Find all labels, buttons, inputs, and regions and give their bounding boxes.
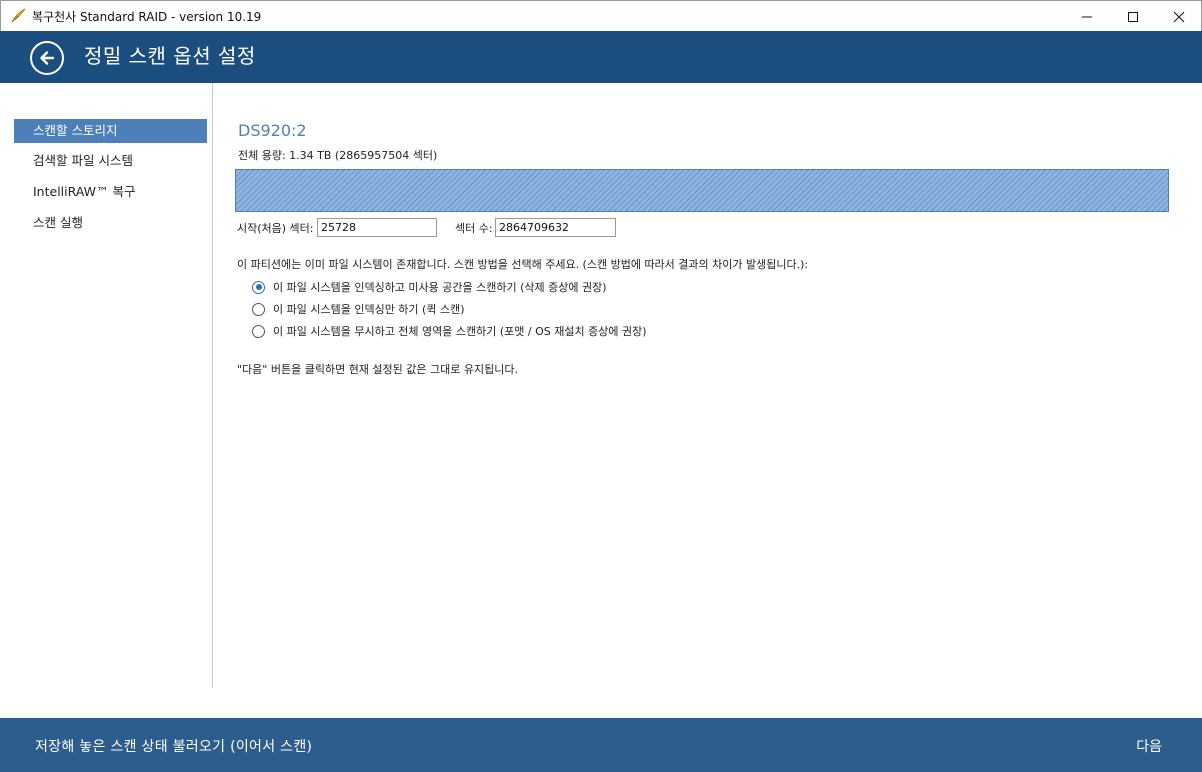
option-label: 이 파일 시스템을 인덱싱만 하기 (퀵 스캔) <box>273 303 465 316</box>
sidebar-item-storage[interactable]: 스캔할 스토리지 <box>14 119 207 143</box>
next-button[interactable]: 다음 <box>1136 736 1162 756</box>
window-title: 복구천사 Standard RAID - version 10.19 <box>32 10 262 24</box>
load-scan-state-button[interactable]: 저장해 놓은 스캔 상태 불러오기 (이어서 스캔) <box>35 736 312 756</box>
partition-range-bar[interactable] <box>235 169 1169 212</box>
sidebar: 스캔할 스토리지 검색할 파일 시스템 IntelliRAW™ 복구 스캔 실행 <box>0 83 213 688</box>
sector-count-label: 섹터 수: <box>455 222 493 235</box>
page-title: 정밀 스캔 옵션 설정 <box>84 44 256 68</box>
close-button[interactable] <box>1156 1 1202 32</box>
sidebar-item-filesystem[interactable]: 검색할 파일 시스템 <box>14 149 207 173</box>
drive-name: DS920:2 <box>238 121 307 140</box>
close-icon <box>1173 11 1185 22</box>
app-feather-icon <box>9 7 27 25</box>
radio-index-only[interactable] <box>252 302 265 316</box>
sidebar-item-run-scan[interactable]: 스캔 실행 <box>14 211 207 235</box>
radio-index-and-scan[interactable] <box>252 280 265 294</box>
main-panel: DS920:2 전체 용량: 1.34 TB (2865957504 섹터) 시… <box>214 83 1202 718</box>
option-label: 이 파일 시스템을 인덱싱하고 미사용 공간을 스캔하기 (삭제 증상에 권장) <box>273 281 607 294</box>
page-header: 정밀 스캔 옵션 설정 <box>0 31 1202 83</box>
option-index-and-scan[interactable]: 이 파일 시스템을 인덱싱하고 미사용 공간을 스캔하기 (삭제 증상에 권장) <box>252 278 607 296</box>
start-sector-input[interactable] <box>317 218 437 237</box>
arrow-left-icon <box>40 51 55 65</box>
radio-ignore-and-full-scan[interactable] <box>252 324 265 338</box>
window-titlebar: 복구천사 Standard RAID - version 10.19 <box>0 0 1202 31</box>
option-ignore-and-full-scan[interactable]: 이 파일 시스템을 무시하고 전체 영역을 스캔하기 (포맷 / OS 재설치 … <box>252 322 647 340</box>
drive-capacity: 전체 용량: 1.34 TB (2865957504 섹터) <box>238 149 438 162</box>
footer-bar: 저장해 놓은 스캔 상태 불러오기 (이어서 스캔) 다음 <box>0 718 1202 772</box>
sector-count-input[interactable] <box>495 218 616 237</box>
next-hint-text: "다음" 버튼을 클릭하면 현재 설정된 값은 그대로 유지됩니다. <box>237 363 518 376</box>
maximize-button[interactable] <box>1110 1 1156 32</box>
filesystem-info-text: 이 파티션에는 이미 파일 시스템이 존재합니다. 스캔 방법을 선택해 주세요… <box>237 258 809 271</box>
option-label: 이 파일 시스템을 무시하고 전체 영역을 스캔하기 (포맷 / OS 재설치 … <box>273 325 647 338</box>
minimize-icon <box>1082 16 1092 17</box>
maximize-icon <box>1128 11 1138 22</box>
minimize-button[interactable] <box>1064 1 1110 32</box>
sidebar-item-intelliraw[interactable]: IntelliRAW™ 복구 <box>14 180 207 204</box>
start-sector-label: 시작(처음) 섹터: <box>237 222 314 235</box>
back-button[interactable] <box>30 41 64 75</box>
option-index-only[interactable]: 이 파일 시스템을 인덱싱만 하기 (퀵 스캔) <box>252 300 464 318</box>
